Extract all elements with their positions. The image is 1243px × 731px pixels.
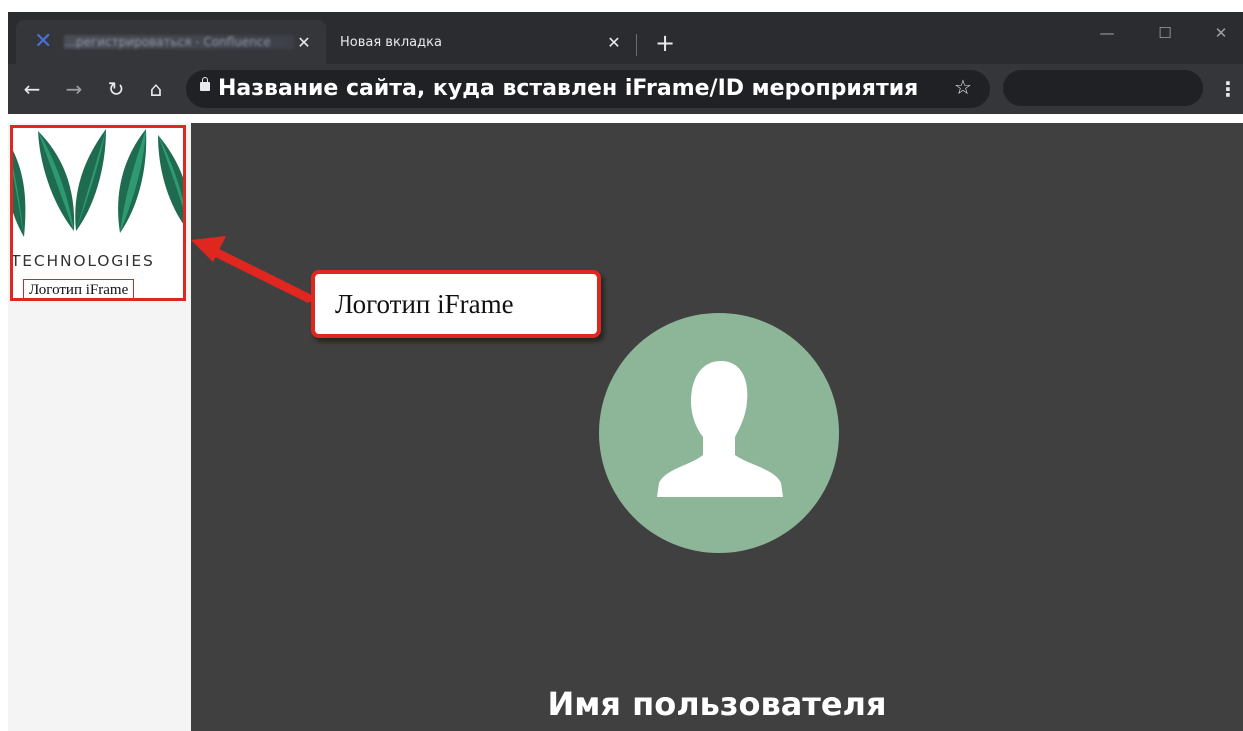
tab-strip: ✕ …регистрироваться - Confluence ✕ Новая… bbox=[8, 12, 1243, 64]
conference-stage: Имя пользователя bbox=[191, 123, 1243, 731]
reload-button[interactable]: ↻ bbox=[100, 73, 132, 105]
close-tab-icon[interactable]: ✕ bbox=[294, 33, 314, 52]
url-text[interactable]: Название сайта, куда вставлен iFrame/ID … bbox=[218, 75, 918, 103]
browser-menu-icon[interactable]: ⋮ bbox=[1216, 73, 1240, 105]
page-content: TECHNOLOGIES Логотип iFrame Имя пользова… bbox=[8, 114, 1243, 731]
confluence-x-icon: ✕ bbox=[34, 29, 53, 54]
back-button[interactable]: ← bbox=[16, 73, 48, 105]
minimize-button[interactable]: — bbox=[1084, 18, 1130, 48]
address-bar[interactable]: Название сайта, куда вставлен iFrame/ID … bbox=[186, 70, 990, 108]
home-button[interactable]: ⌂ bbox=[140, 73, 172, 105]
user-name: Имя пользователя bbox=[547, 685, 887, 723]
tab-title: …регистрироваться - Confluence bbox=[64, 35, 294, 49]
iframe-logo: TECHNOLOGIES Логотип iFrame bbox=[10, 125, 186, 301]
maximize-button[interactable]: ☐ bbox=[1142, 18, 1188, 48]
tab-separator bbox=[636, 34, 637, 56]
leaf-logo-icon bbox=[13, 129, 183, 237]
iframe-sidebar: TECHNOLOGIES Логотип iFrame bbox=[8, 123, 191, 731]
bookmark-star-icon[interactable]: ☆ bbox=[954, 75, 972, 99]
logo-caption: Логотип iFrame bbox=[23, 279, 135, 298]
logo-wordmark: TECHNOLOGIES bbox=[11, 252, 155, 270]
user-avatar bbox=[599, 313, 839, 553]
new-tab-button[interactable]: + bbox=[650, 28, 680, 58]
close-window-button[interactable]: ✕ bbox=[1198, 18, 1243, 48]
annotation-callout: Логотип iFrame bbox=[311, 270, 601, 338]
tab-title: Новая вкладка bbox=[340, 34, 442, 50]
profile-button[interactable] bbox=[1003, 70, 1203, 106]
close-tab-icon[interactable]: ✕ bbox=[604, 33, 624, 52]
lock-icon bbox=[200, 77, 210, 91]
forward-button[interactable]: → bbox=[58, 73, 90, 105]
browser-window: ✕ …регистрироваться - Confluence ✕ Новая… bbox=[8, 12, 1243, 731]
tab-active[interactable]: ✕ …регистрироваться - Confluence ✕ bbox=[16, 20, 326, 64]
tab-new-tab[interactable]: Новая вкладка ✕ bbox=[326, 20, 636, 64]
browser-toolbar: ← → ↻ ⌂ Название сайта, куда вставлен iF… bbox=[8, 64, 1243, 114]
